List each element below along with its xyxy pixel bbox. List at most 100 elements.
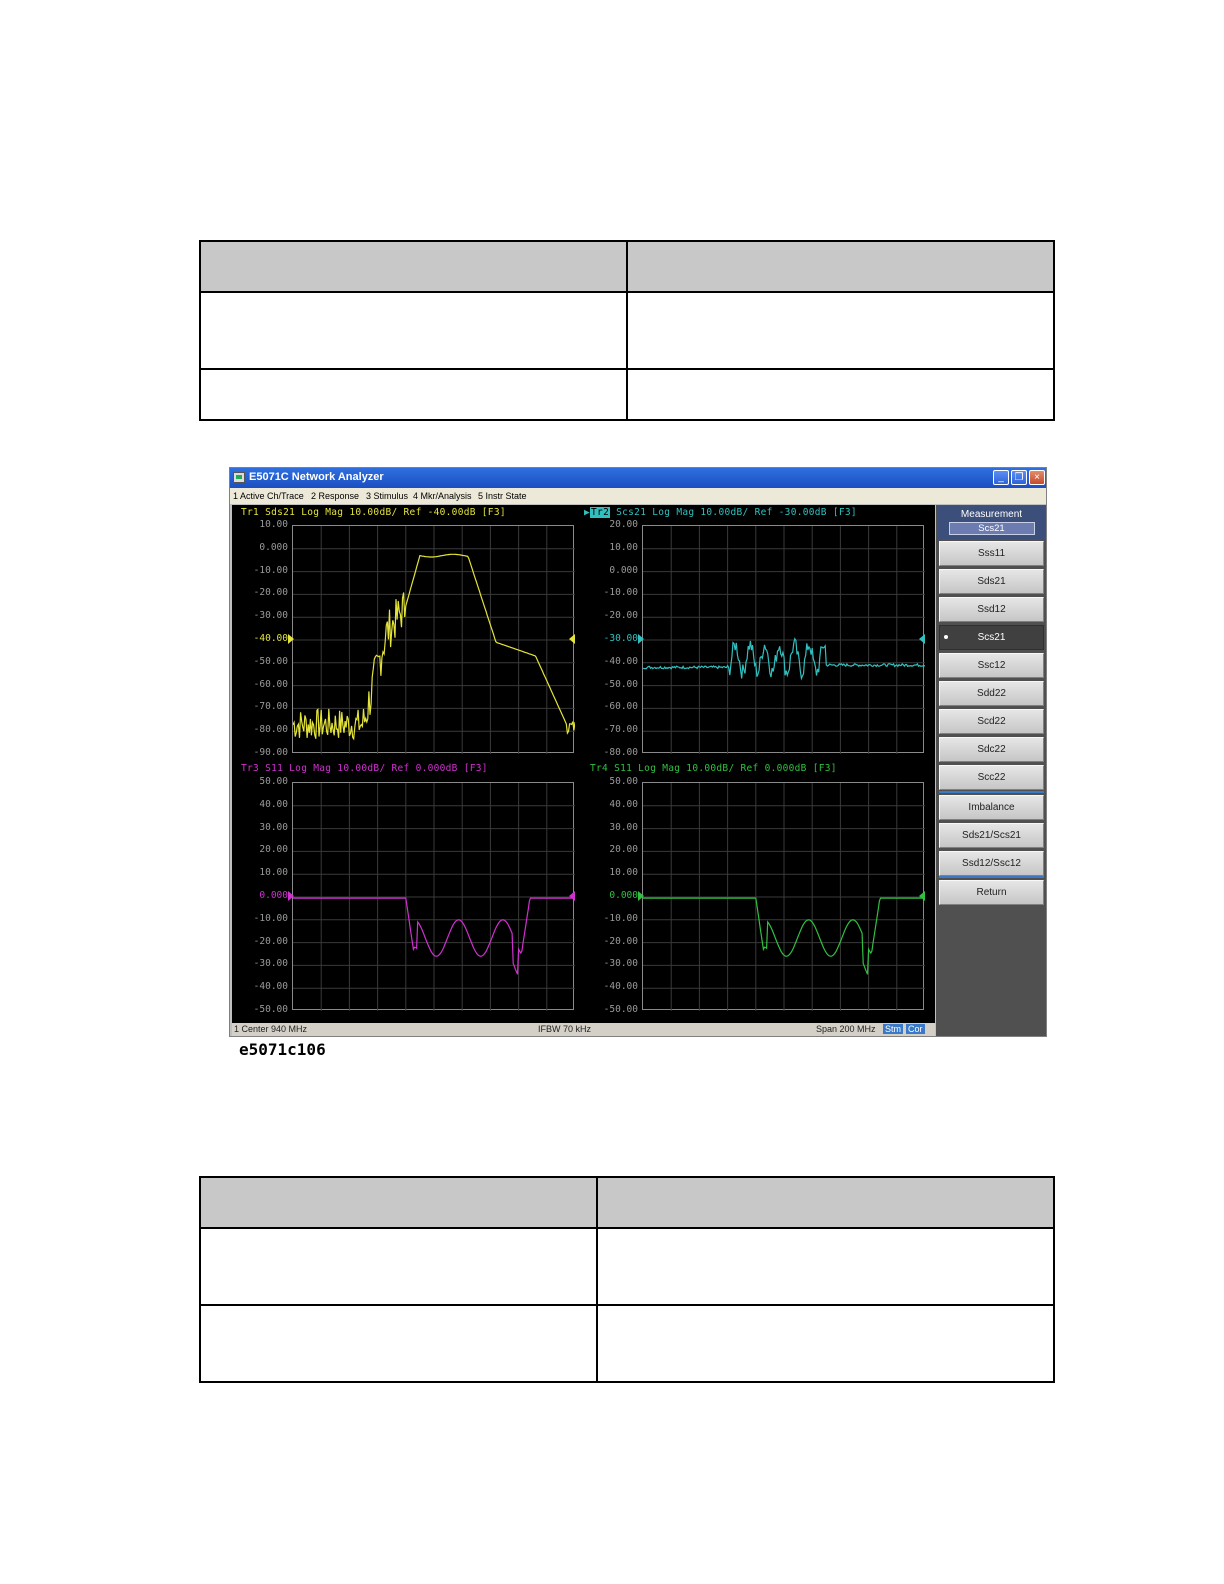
y-tick-label: 40.00 xyxy=(259,798,288,810)
softkey-sdc22[interactable]: Sdc22 xyxy=(939,737,1044,762)
table-header-row xyxy=(199,1176,1055,1229)
minimize-button[interactable]: _ xyxy=(993,470,1009,485)
softkey-label: Imbalance xyxy=(968,802,1015,813)
y-tick-label: -80.00 xyxy=(253,724,288,736)
y-tick-label: 20.00 xyxy=(259,844,288,856)
softkey-title: Measurement Scs21 xyxy=(938,506,1045,539)
trace-1-header[interactable]: Tr1 Sds21 Log Mag 10.00dB/ Ref -40.00dB … xyxy=(241,507,506,518)
trace-2-header-text: Scs21 Log Mag 10.00dB/ Ref -30.00dB [F3] xyxy=(616,507,857,518)
trace-2-plot[interactable] xyxy=(642,525,925,754)
menu-active-ch-trace[interactable]: 1 Active Ch/Trace xyxy=(233,491,304,501)
menu-instr-state[interactable]: 5 Instr State xyxy=(478,491,527,501)
softkey-label: Sdd22 xyxy=(977,688,1006,699)
y-tick-label: -40.00 xyxy=(253,633,288,644)
restore-button[interactable]: ❐ xyxy=(1011,470,1027,485)
y-tick-label: 0.000 xyxy=(609,564,638,576)
y-tick-label: -10.00 xyxy=(253,912,288,924)
y-tick-label: 30.00 xyxy=(609,821,638,833)
softkey-ssd12[interactable]: Ssd12 xyxy=(939,597,1044,622)
y-tick-label: -20.00 xyxy=(253,935,288,947)
table-row xyxy=(199,368,1055,421)
softkey-label: Sds21/Scs21 xyxy=(962,830,1021,841)
reference-right-marker-icon[interactable] xyxy=(569,891,575,901)
reference-left-marker-icon[interactable] xyxy=(288,891,294,901)
softkey-label: Scd22 xyxy=(977,716,1006,727)
softkey-scs21[interactable]: Scs21 xyxy=(939,625,1044,650)
y-tick-label: -50.00 xyxy=(253,655,288,667)
plot-canvas xyxy=(643,526,925,754)
reference-left-marker-icon[interactable] xyxy=(638,634,644,644)
y-tick-label: 10.00 xyxy=(259,519,288,530)
selected-dot-icon xyxy=(944,635,948,639)
table-cell xyxy=(596,1304,1055,1383)
softkey-sss11[interactable]: Sss11 xyxy=(939,541,1044,566)
softkey-divider xyxy=(939,791,1044,793)
softkey-return[interactable]: Return xyxy=(939,880,1044,905)
y-tick-label: -10.00 xyxy=(253,564,288,576)
y-tick-label: -10.00 xyxy=(603,912,638,924)
softkey-sds21-scs21[interactable]: Sds21/Scs21 xyxy=(939,823,1044,848)
trace-3-header[interactable]: Tr3 S11 Log Mag 10.00dB/ Ref 0.000dB [F3… xyxy=(241,763,488,774)
softkey-ssd12-ssc12[interactable]: Ssd12/Ssc12 xyxy=(939,851,1044,876)
y-tick-label: -50.00 xyxy=(603,1004,638,1015)
softkey-label: Ssd12 xyxy=(977,604,1006,615)
y-tick-label: 30.00 xyxy=(259,821,288,833)
softkey-imbalance[interactable]: Imbalance xyxy=(939,795,1044,820)
trace-3-plot[interactable] xyxy=(292,782,575,1011)
menu-bar: 1 Active Ch/Trace 2 Response 3 Stimulus … xyxy=(230,488,1046,504)
top-table xyxy=(199,240,1055,421)
y-tick-label: -30.00 xyxy=(253,610,288,622)
trace-4-plot[interactable] xyxy=(642,782,925,1011)
trace-4-header[interactable]: Tr4 S11 Log Mag 10.00dB/ Ref 0.000dB [F3… xyxy=(590,763,837,774)
softkey-label: Sdc22 xyxy=(977,744,1006,755)
trace-2-header[interactable]: ▶Tr2 Scs21 Log Mag 10.00dB/ Ref -30.00dB… xyxy=(584,507,857,518)
measurement-display[interactable]: Tr1 Sds21 Log Mag 10.00dB/ Ref -40.00dB … xyxy=(232,505,935,1023)
softkey-sdd22[interactable]: Sdd22 xyxy=(939,681,1044,706)
title-bar[interactable]: E5071C Network Analyzer _ ❐ × xyxy=(230,468,1046,488)
y-tick-label: 50.00 xyxy=(609,776,638,787)
window-title: E5071C Network Analyzer xyxy=(249,471,384,483)
reference-right-marker-icon[interactable] xyxy=(919,891,925,901)
y-tick-label: 0.000 xyxy=(259,541,288,553)
center-frequency: 1 Center 940 MHz xyxy=(234,1024,308,1034)
y-tick-label: -50.00 xyxy=(253,1004,288,1015)
softkey-label: Sss11 xyxy=(977,548,1006,559)
reference-left-marker-icon[interactable] xyxy=(638,891,644,901)
softkey-label: Scc22 xyxy=(977,772,1006,783)
reference-left-marker-icon[interactable] xyxy=(288,634,294,644)
table-row xyxy=(199,1227,1055,1306)
softkey-scc22[interactable]: Scc22 xyxy=(939,765,1044,790)
y-tick-label: -80.00 xyxy=(603,747,638,758)
menu-mkr-analysis[interactable]: 4 Mkr/Analysis xyxy=(413,491,472,501)
table-row xyxy=(199,1304,1055,1383)
menu-response[interactable]: 2 Response xyxy=(311,491,359,501)
softkey-scd22[interactable]: Scd22 xyxy=(939,709,1044,734)
table-cell xyxy=(596,1176,1055,1229)
table-header-row xyxy=(199,240,1055,293)
menu-stimulus[interactable]: 3 Stimulus xyxy=(366,491,408,501)
y-tick-label: 10.00 xyxy=(259,867,288,879)
softkey-ssc12[interactable]: Ssc12 xyxy=(939,653,1044,678)
close-button[interactable]: × xyxy=(1029,470,1045,485)
softkey-sds21[interactable]: Sds21 xyxy=(939,569,1044,594)
y-tick-label: -10.00 xyxy=(603,587,638,599)
y-tick-label: -60.00 xyxy=(253,678,288,690)
y-tick-label: 0.000 xyxy=(259,890,288,901)
y-tick-label: -20.00 xyxy=(253,587,288,599)
table-cell xyxy=(199,1176,598,1229)
table-cell xyxy=(199,291,628,370)
reference-right-marker-icon[interactable] xyxy=(919,634,925,644)
trace-1-plot[interactable] xyxy=(292,525,575,754)
reference-right-marker-icon[interactable] xyxy=(569,634,575,644)
trace-2-badge: Tr2 xyxy=(590,507,611,518)
bottom-table xyxy=(199,1176,1055,1383)
y-tick-label: 20.00 xyxy=(609,519,638,530)
y-tick-label: -40.00 xyxy=(603,655,638,667)
softkey-label: Ssd12/Ssc12 xyxy=(962,858,1021,869)
y-tick-label: 10.00 xyxy=(609,867,638,879)
y-tick-label: 0.000 xyxy=(609,890,638,901)
y-tick-label: 40.00 xyxy=(609,798,638,810)
plot-canvas xyxy=(293,526,575,754)
y-tick-label: 10.00 xyxy=(609,541,638,553)
span-readout: Span 200 MHz xyxy=(816,1024,876,1034)
